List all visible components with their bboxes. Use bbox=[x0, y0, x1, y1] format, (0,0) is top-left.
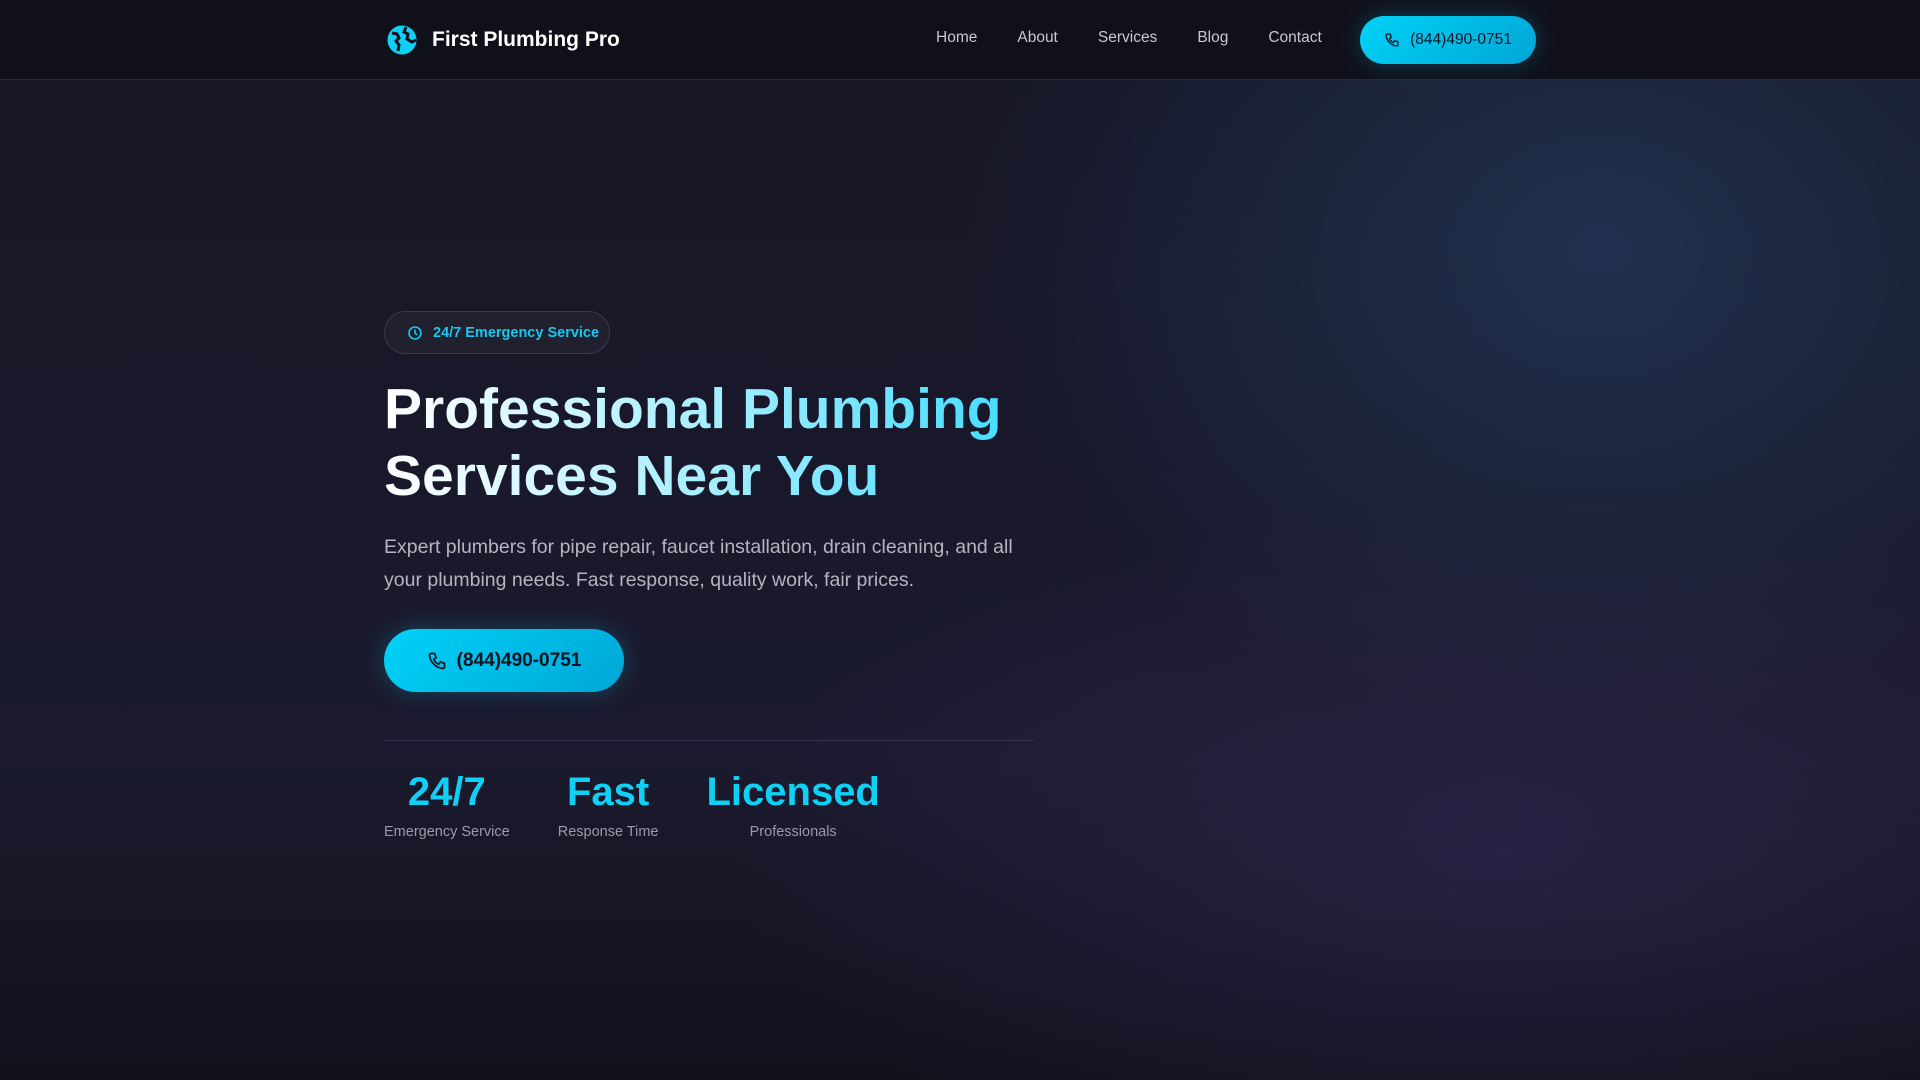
emergency-badge: 24/7 Emergency Service bbox=[384, 311, 610, 354]
hero-description: Expert plumbers for pipe repair, faucet … bbox=[384, 536, 1013, 591]
header-call-button[interactable]: (844)490-0751 bbox=[1360, 16, 1536, 64]
header-phone: (844)490-0751 bbox=[1410, 31, 1512, 48]
badge-text: 24/7 Emergency Service bbox=[433, 324, 600, 341]
title-line-1: Professional Plumbing bbox=[384, 377, 1002, 441]
stat-value: Fast bbox=[566, 770, 650, 814]
clock-icon bbox=[408, 325, 422, 340]
phone-icon bbox=[1385, 33, 1399, 47]
nav-blog[interactable]: Blog bbox=[1197, 29, 1228, 47]
stat-label: Response Time bbox=[557, 824, 659, 840]
hero-title: Professional Plumbing Services Near You bbox=[384, 376, 1084, 510]
stat-response: Fast Response Time bbox=[558, 766, 659, 840]
nav-home[interactable]: Home bbox=[936, 29, 977, 47]
hero-phone: (844)490-0751 bbox=[456, 649, 582, 671]
divider bbox=[384, 740, 1034, 741]
nav-about[interactable]: About bbox=[1017, 29, 1058, 47]
stat-value: 24/7 bbox=[407, 770, 486, 814]
main-nav: Home About Services Blog Contact bbox=[936, 29, 1322, 47]
stat-label: Emergency Service bbox=[384, 824, 510, 840]
nav-contact[interactable]: Contact bbox=[1268, 29, 1321, 47]
hero-call-button[interactable]: (844)490-0751 bbox=[384, 629, 624, 692]
site-header: First Plumbing Pro Home About Services B… bbox=[0, 0, 1920, 80]
stats: 24/7 Emergency Service Fast Response Time … bbox=[384, 766, 880, 840]
logo[interactable]: First Plumbing Pro bbox=[386, 24, 620, 56]
title-line-2: Services Near You bbox=[384, 444, 880, 508]
phone-icon bbox=[428, 652, 446, 669]
nav-services[interactable]: Services bbox=[1098, 29, 1157, 47]
stat-emergency: 24/7 Emergency Service bbox=[384, 766, 510, 840]
globe-icon bbox=[387, 25, 417, 55]
stat-value: Licensed bbox=[706, 770, 880, 814]
stat-licensed: Licensed Professionals bbox=[706, 766, 879, 840]
stat-label: Professionals bbox=[749, 824, 837, 840]
brand-name: First Plumbing Pro bbox=[432, 28, 620, 51]
